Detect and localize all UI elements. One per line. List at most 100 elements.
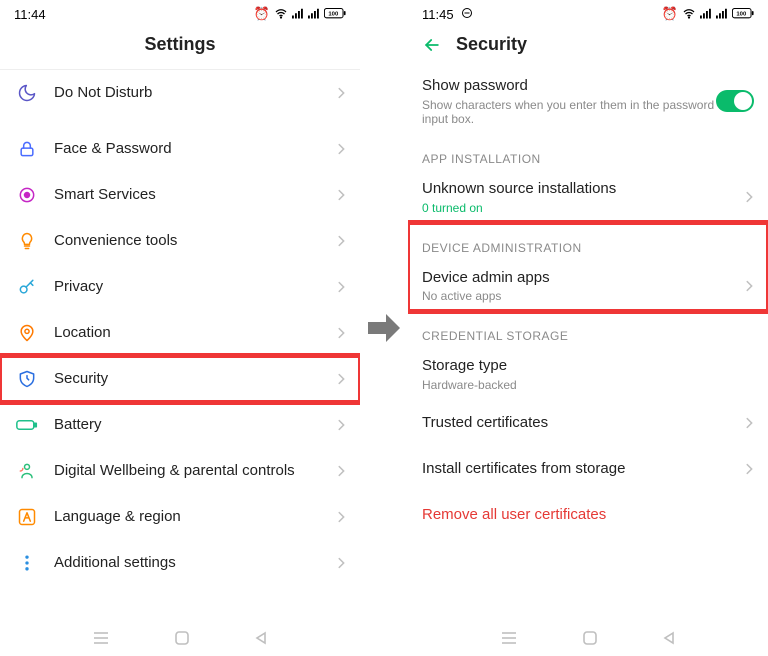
settings-row-pin[interactable]: Location (0, 310, 360, 356)
settings-list[interactable]: Do Not Disturb Face & Password Smart Servi… (0, 70, 360, 620)
chevron-right-icon (336, 556, 346, 570)
settings-row-key[interactable]: Privacy (0, 264, 360, 310)
battery-icon: 100 (324, 8, 346, 20)
row-label: Unknown source installations (422, 180, 744, 199)
row-label: Additional settings (54, 554, 336, 573)
step-arrow (360, 0, 408, 656)
chevron-right-icon (336, 86, 346, 100)
key-icon (14, 274, 40, 300)
nav-bar (408, 620, 768, 656)
signal-icon-2 (716, 8, 728, 20)
settings-row-more[interactable]: Additional settings (0, 540, 360, 586)
chevron-right-icon (336, 280, 346, 294)
chevron-right-icon (336, 234, 346, 248)
signal-icon (292, 8, 304, 20)
settings-row-bulb[interactable]: Convenience tools (0, 218, 360, 264)
security-row[interactable]: Unknown source installations 0 turned on (408, 172, 768, 223)
row-sub: No active apps (422, 289, 744, 303)
wifi-icon (682, 8, 696, 20)
letter-a-icon (14, 504, 40, 530)
row-label: Battery (54, 416, 336, 435)
chevron-right-icon (336, 326, 346, 340)
bulb-icon (14, 228, 40, 254)
settings-row-moon[interactable]: Do Not Disturb (0, 70, 360, 116)
security-row[interactable]: Trusted certificates (408, 400, 768, 446)
settings-row-circle-dot[interactable]: Smart Services (0, 172, 360, 218)
security-screen: 11:45 ⏰ 100 Security (408, 0, 768, 656)
section-header: CREDENTIAL STORAGE (408, 311, 768, 349)
dnd-icon (461, 7, 473, 22)
battery-icon (14, 412, 40, 438)
security-row[interactable]: Storage type Hardware-backed (408, 349, 768, 400)
clock: 11:45 (422, 7, 454, 22)
status-bar: 11:45 ⏰ 100 (408, 0, 768, 24)
row-sub: Hardware-backed (422, 378, 754, 392)
row-label: Digital Wellbeing & parental controls (54, 462, 336, 481)
chevron-right-icon (336, 418, 346, 432)
page-title: Security (456, 34, 527, 55)
show-password-label: Show password (422, 77, 716, 96)
row-label: Install certificates from storage (422, 460, 744, 479)
settings-screen: 11:44 ⏰ 100 Settings Do Not DisturbFac (0, 0, 360, 656)
show-password-sub: Show characters when you enter them in t… (422, 98, 716, 126)
section-2: CREDENTIAL STORAGE Storage type Hardware-b… (408, 311, 768, 538)
section-0: APP INSTALLATIONUnknown source installat… (408, 134, 768, 223)
row-label: Language & region (54, 508, 336, 527)
row-label: Remove all user certificates (422, 506, 754, 525)
show-password-row[interactable]: Show password Show characters when you e… (408, 69, 768, 134)
section-header: APP INSTALLATION (408, 134, 768, 172)
back-button[interactable] (422, 35, 442, 55)
page-header: Security (408, 24, 768, 69)
settings-row-letter-a[interactable]: Language & region (0, 494, 360, 540)
row-label: Security (54, 370, 336, 389)
settings-row-shield[interactable]: Security (0, 356, 360, 402)
security-row[interactable]: Device admin appsNo active apps (408, 261, 768, 312)
section-1: DEVICE ADMINISTRATIONDevice admin appsNo… (408, 223, 768, 312)
circle-dot-icon (14, 182, 40, 208)
row-label: Device admin apps (422, 269, 744, 288)
back-key[interactable] (662, 631, 676, 645)
home-key[interactable] (174, 630, 190, 646)
lock-icon (14, 136, 40, 162)
signal-icon-2 (308, 8, 320, 20)
show-password-toggle[interactable] (716, 90, 754, 112)
page-title: Settings (0, 24, 360, 70)
shield-icon (14, 366, 40, 392)
chevron-right-icon (744, 416, 754, 430)
security-row[interactable]: Install certificates from storage (408, 446, 768, 492)
moon-icon (14, 80, 40, 106)
settings-row-wellbeing[interactable]: Digital Wellbeing & parental controls (0, 448, 360, 494)
chevron-right-icon (336, 372, 346, 386)
battery-icon: 100 (732, 8, 754, 20)
row-label: Storage type (422, 357, 754, 376)
chevron-right-icon (336, 142, 346, 156)
chevron-right-icon (336, 510, 346, 524)
settings-row-lock[interactable]: Face & Password (0, 126, 360, 172)
wifi-icon (274, 8, 288, 20)
row-sub: 0 turned on (422, 201, 744, 215)
recent-key[interactable] (500, 631, 518, 645)
wellbeing-icon (14, 458, 40, 484)
row-label: Privacy (54, 278, 336, 297)
security-list[interactable]: Show password Show characters when you e… (408, 69, 768, 620)
pin-icon (14, 320, 40, 346)
status-icons: ⏰ 100 (662, 6, 754, 22)
alarm-icon: ⏰ (662, 6, 678, 22)
chevron-right-icon (744, 462, 754, 476)
row-label: Trusted certificates (422, 414, 744, 433)
svg-text:100: 100 (328, 12, 339, 18)
more-icon (14, 550, 40, 576)
chevron-right-icon (744, 190, 754, 204)
status-bar: 11:44 ⏰ 100 (0, 0, 360, 24)
back-key[interactable] (254, 631, 268, 645)
home-key[interactable] (582, 630, 598, 646)
settings-row-battery[interactable]: Battery (0, 402, 360, 448)
section-header: DEVICE ADMINISTRATION (408, 223, 768, 261)
row-label: Convenience tools (54, 232, 336, 251)
alarm-icon: ⏰ (254, 6, 270, 22)
row-label: Face & Password (54, 140, 336, 159)
security-row[interactable]: Remove all user certificates (408, 492, 768, 538)
chevron-right-icon (336, 464, 346, 478)
chevron-right-icon (336, 188, 346, 202)
recent-key[interactable] (92, 631, 110, 645)
